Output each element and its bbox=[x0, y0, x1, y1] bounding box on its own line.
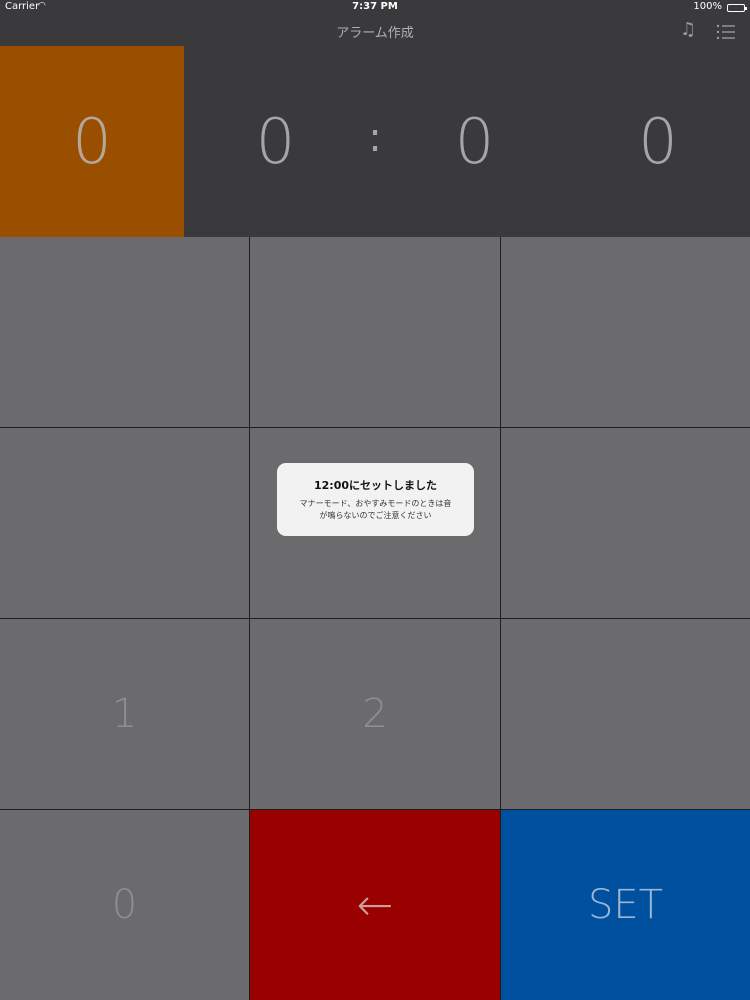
alert-message: マナーモード、おやすみモードのときは音 が鳴らないのでご注意ください bbox=[277, 498, 474, 522]
key-blank-3[interactable] bbox=[501, 237, 750, 427]
page-title: アラーム作成 bbox=[336, 26, 414, 41]
list-icon[interactable] bbox=[716, 22, 736, 42]
alert-title: 12:00にセットしました bbox=[313, 479, 437, 492]
alert-message-line2: が鳴らないのでご注意ください bbox=[319, 511, 432, 520]
keypad: 1 2 0 ← SET bbox=[0, 237, 750, 1000]
hour-tens-digit[interactable]: 0 bbox=[0, 46, 184, 237]
key-blank-2[interactable] bbox=[250, 237, 500, 427]
minute-tens-digit[interactable]: 0 bbox=[383, 46, 566, 237]
hour-ones-digit[interactable]: 0 bbox=[184, 46, 367, 237]
battery-percent: 100% bbox=[693, 1, 722, 12]
key-blank-6[interactable] bbox=[501, 428, 750, 618]
key-2[interactable]: 2 bbox=[250, 619, 500, 809]
music-note-icon[interactable]: ♫ bbox=[680, 19, 696, 40]
confirmation-alert[interactable]: 12:00にセットしました マナーモード、おやすみモードのときは音 が鳴らないの… bbox=[277, 463, 474, 536]
minute-ones-digit[interactable]: 0 bbox=[566, 46, 750, 237]
status-time: 7:37 PM bbox=[352, 1, 398, 12]
key-blank-4[interactable] bbox=[0, 428, 249, 618]
key-1[interactable]: 1 bbox=[0, 619, 249, 809]
status-bar: Carrier ◠ 7:37 PM 100% bbox=[0, 0, 750, 16]
set-button[interactable]: SET bbox=[501, 810, 750, 1000]
time-display: 0 0 : 0 0 bbox=[0, 46, 750, 237]
battery-icon bbox=[727, 4, 747, 12]
alert-message-line1: マナーモード、おやすみモードのときは音 bbox=[299, 499, 452, 508]
backspace-button[interactable]: ← bbox=[250, 810, 500, 1000]
key-0[interactable]: 0 bbox=[0, 810, 249, 1000]
key-blank-7[interactable] bbox=[501, 619, 750, 809]
key-blank-1[interactable] bbox=[0, 237, 249, 427]
nav-bar: アラーム作成 ♫ bbox=[0, 16, 750, 46]
